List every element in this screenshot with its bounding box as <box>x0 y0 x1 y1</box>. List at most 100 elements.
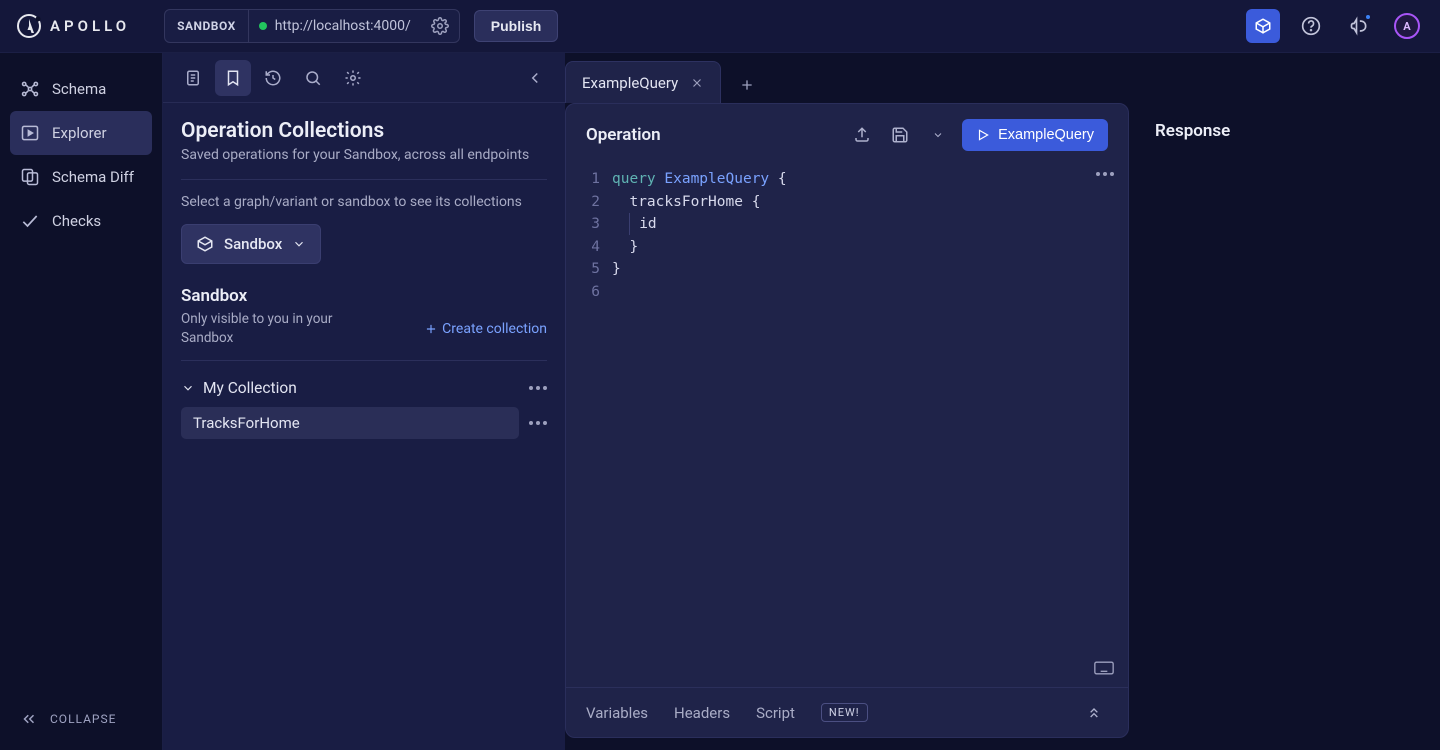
save-menu-button[interactable] <box>924 121 952 149</box>
saved-operation-label: TracksForHome <box>193 414 300 432</box>
collections-hint: Select a graph/variant or sandbox to see… <box>181 194 547 210</box>
collection-row[interactable]: My Collection <box>181 379 547 397</box>
code-editor[interactable]: 1 2 3 4 5 6 query ExampleQuery { tracksF… <box>566 166 1128 687</box>
save-operation-button[interactable] <box>886 121 914 149</box>
gear-icon <box>431 17 449 35</box>
line-number: 3 <box>566 213 600 236</box>
chevron-down-icon <box>932 129 944 141</box>
play-icon <box>976 128 990 142</box>
close-icon <box>690 76 704 90</box>
create-label: Create collection <box>442 321 547 337</box>
chevron-down-icon <box>181 381 195 395</box>
collections-title: Operation Collections <box>181 119 547 143</box>
explorer-icon <box>20 123 40 143</box>
chevrons-up-icon <box>1086 705 1102 721</box>
footer-tab-variables[interactable]: Variables <box>586 704 648 722</box>
apollo-logo-icon <box>16 13 42 39</box>
nav-item-explorer[interactable]: Explorer <box>10 111 152 155</box>
add-tab-button[interactable] <box>729 67 765 103</box>
collections-subtitle: Saved operations for your Sandbox, acros… <box>181 147 547 163</box>
docs-tab-button[interactable] <box>175 60 211 96</box>
document-icon <box>184 69 202 87</box>
announcements-button[interactable] <box>1342 9 1376 43</box>
code-content: query ExampleQuery { tracksForHome { id … <box>612 166 787 687</box>
nav-item-checks[interactable]: Checks <box>10 199 152 243</box>
cube-icon <box>1254 17 1272 35</box>
operation-header: Operation ExampleQuery <box>566 104 1128 166</box>
editor-more-button[interactable] <box>1096 172 1114 176</box>
code-field: id <box>639 216 656 232</box>
top-bar: APOLLO SANDBOX http://localhost:4000/ Pu… <box>0 0 1440 53</box>
collapse-nav-button[interactable]: COLLAPSE <box>10 702 152 736</box>
nav-label: Checks <box>52 212 101 230</box>
collections-panel: Operation Collections Saved operations f… <box>162 53 565 750</box>
publish-button[interactable]: Publish <box>474 10 559 42</box>
keyboard-shortcuts-button[interactable] <box>1094 661 1114 675</box>
scope-select-button[interactable]: Sandbox <box>181 224 321 264</box>
response-pane: Response <box>1149 103 1422 738</box>
line-number: 4 <box>566 236 600 259</box>
tab-label: ExampleQuery <box>582 74 678 92</box>
bookmark-icon <box>224 69 242 87</box>
editor-area: ExampleQuery Operation E <box>565 53 1440 750</box>
footer-tab-script[interactable]: Script <box>756 704 795 722</box>
chevron-left-icon <box>526 69 544 87</box>
diff-icon <box>20 167 40 187</box>
sandbox-badge: SANDBOX <box>165 10 249 42</box>
footer-tab-headers[interactable]: Headers <box>674 704 730 722</box>
line-number: 5 <box>566 258 600 281</box>
run-operation-button[interactable]: ExampleQuery <box>962 119 1108 151</box>
nav-label: Schema <box>52 80 106 98</box>
close-tab-button[interactable] <box>690 76 704 90</box>
search-icon <box>304 69 322 87</box>
saved-operation-item[interactable]: TracksForHome <box>181 407 519 439</box>
operation-tab[interactable]: ExampleQuery <box>565 61 721 103</box>
share-icon <box>853 126 871 144</box>
plus-icon <box>424 322 438 336</box>
divider <box>181 179 547 180</box>
settings-tab-button[interactable] <box>335 60 371 96</box>
nav-label: Schema Diff <box>52 168 134 186</box>
help-button[interactable] <box>1294 9 1328 43</box>
plus-icon <box>739 77 755 93</box>
operation-menu-button[interactable] <box>529 421 547 425</box>
nav-label: Explorer <box>52 124 107 142</box>
line-number: 6 <box>566 281 600 304</box>
notification-dot-icon <box>1364 13 1372 21</box>
endpoint-url: http://localhost:4000/ <box>275 18 411 34</box>
line-gutter: 1 2 3 4 5 6 <box>566 166 612 687</box>
scope-label: Sandbox <box>224 235 282 253</box>
operation-footer: Variables Headers Script NEW! <box>566 687 1128 737</box>
code-op-name: ExampleQuery <box>664 171 769 187</box>
section-subtitle: Only visible to you in your Sandbox <box>181 310 381 348</box>
section-title: Sandbox <box>181 286 547 306</box>
search-tab-button[interactable] <box>295 60 331 96</box>
nav-item-schema-diff[interactable]: Schema Diff <box>10 155 152 199</box>
collections-tab-button[interactable] <box>215 60 251 96</box>
collapse-panel-button[interactable] <box>517 60 553 96</box>
schema-icon <box>20 79 40 99</box>
nav-item-schema[interactable]: Schema <box>10 67 152 111</box>
collection-menu-button[interactable] <box>529 386 547 390</box>
save-icon <box>891 126 909 144</box>
endpoint-field[interactable]: http://localhost:4000/ <box>249 10 421 42</box>
code-keyword: query <box>612 171 656 187</box>
studio-overview-button[interactable] <box>1246 9 1280 43</box>
endpoint-settings-button[interactable] <box>421 17 459 35</box>
history-tab-button[interactable] <box>255 60 291 96</box>
share-operation-button[interactable] <box>848 121 876 149</box>
collection-name: My Collection <box>203 379 297 397</box>
status-dot-icon <box>259 22 267 30</box>
chevrons-left-icon <box>20 710 38 728</box>
expand-footer-button[interactable] <box>1080 699 1108 727</box>
left-nav: Schema Explorer Schema Diff Checks COLLA… <box>0 53 162 750</box>
chevron-down-icon <box>292 237 306 251</box>
create-collection-button[interactable]: Create collection <box>424 321 547 337</box>
keyboard-icon <box>1094 661 1114 675</box>
run-label: ExampleQuery <box>998 127 1094 143</box>
brand-logo: APOLLO <box>16 13 130 39</box>
account-avatar[interactable]: A <box>1390 9 1424 43</box>
avatar-initial: A <box>1403 20 1410 33</box>
cube-outline-icon <box>196 235 214 253</box>
response-title: Response <box>1149 121 1422 141</box>
